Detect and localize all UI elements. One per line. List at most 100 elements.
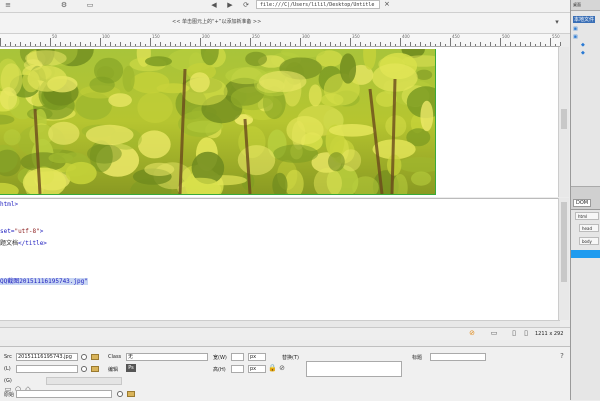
- code-title-close: </title>: [18, 240, 47, 247]
- close-icon[interactable]: ×: [384, 0, 390, 8]
- ruler-tick: [105, 44, 106, 46]
- photoshop-icon[interactable]: Ps: [126, 364, 136, 372]
- forward-arrow-icon[interactable]: ▶: [226, 1, 234, 9]
- dom-tab[interactable]: DOM: [571, 197, 600, 210]
- folder-icon[interactable]: ▣: [573, 26, 578, 32]
- src-field[interactable]: 20151116195743.jpg: [16, 353, 78, 361]
- design-view[interactable]: [0, 47, 560, 197]
- phone-icon[interactable]: ▯: [522, 329, 530, 337]
- element-hint[interactable]: << 单击图元上的“+”以添加新准备 >>: [172, 18, 261, 25]
- point-to-file-icon[interactable]: [81, 354, 87, 360]
- file-icon[interactable]: ◆: [581, 42, 585, 48]
- title-field[interactable]: [430, 353, 486, 361]
- ruler-tick: [550, 38, 551, 46]
- foliage-blob: [328, 152, 345, 172]
- ruler-tick: [310, 42, 311, 46]
- ruler-tick: [515, 44, 516, 46]
- ruler-tick: [50, 38, 51, 46]
- class-label: Class: [108, 354, 122, 360]
- foliage-blob: [286, 116, 324, 145]
- link-field[interactable]: [16, 365, 78, 373]
- tablet-icon[interactable]: ▯: [510, 329, 518, 337]
- refresh-icon[interactable]: ⟳: [242, 1, 250, 9]
- ruler-label: 550: [552, 34, 560, 39]
- desktop-icon[interactable]: ▭: [490, 329, 498, 337]
- folder-icon[interactable]: [91, 354, 99, 360]
- ruler-tick: [390, 42, 391, 46]
- ruler-tick: [400, 38, 401, 46]
- address-field[interactable]: file:///C|/Users/lilil/Desktop/Untitle: [256, 0, 380, 9]
- class-select[interactable]: 无: [126, 353, 208, 361]
- ruler-tick: [335, 44, 336, 46]
- dom-node-head[interactable]: head: [579, 224, 599, 232]
- ruler-tick: [410, 42, 411, 46]
- code-scrollbar[interactable]: [558, 198, 569, 320]
- ruler-tick: [470, 42, 471, 46]
- help-icon[interactable]: ?: [558, 352, 566, 360]
- ruler-tick: [200, 38, 201, 46]
- link-target-icon[interactable]: [81, 366, 87, 372]
- ruler-tick: [345, 44, 346, 46]
- gear-icon[interactable]: ⚙: [60, 1, 68, 9]
- ruler-tick: [165, 44, 166, 46]
- alt-field[interactable]: [306, 361, 402, 377]
- ruler-tick: [25, 44, 26, 46]
- code-icon[interactable]: ▭: [86, 1, 94, 9]
- dom-node-html[interactable]: html: [575, 212, 599, 220]
- dom-tab-label[interactable]: DOM: [573, 199, 592, 207]
- folder-icon[interactable]: ▣: [573, 34, 578, 40]
- title-label: 标题: [412, 355, 423, 361]
- src-label: Src: [4, 354, 12, 360]
- foliage-blob: [385, 115, 407, 137]
- ruler-label: 100: [102, 34, 110, 39]
- lock-icon[interactable]: 🔒: [268, 364, 277, 372]
- ruler-tick: [275, 44, 276, 46]
- warning-icon[interactable]: ⊘: [468, 329, 476, 337]
- document-bar: << 单击图元上的“+”以添加新准备 >> ▾: [0, 13, 570, 34]
- collapse-icon[interactable]: ▾: [553, 18, 561, 26]
- foliage-blob: [137, 130, 171, 159]
- dom-node-body[interactable]: body: [579, 237, 599, 245]
- back-arrow-icon[interactable]: ◀: [210, 1, 218, 9]
- reset-icon[interactable]: ⊘: [278, 364, 286, 372]
- local-files-label[interactable]: 本地文件: [573, 16, 596, 23]
- design-scrollbar[interactable]: [558, 47, 569, 197]
- toolbar-menu-icon[interactable]: ≡: [4, 1, 12, 9]
- forest-image[interactable]: [0, 49, 436, 195]
- width-label: 宽(W): [213, 355, 227, 361]
- link-folder-icon[interactable]: [91, 366, 99, 372]
- width-field[interactable]: [231, 353, 244, 361]
- orig-folder-icon[interactable]: [127, 391, 135, 397]
- width-unit[interactable]: px: [248, 353, 266, 361]
- files-panel-header: 桌面: [571, 0, 600, 11]
- height-unit[interactable]: px: [248, 365, 266, 373]
- ruler-tick: [380, 42, 381, 46]
- window-size[interactable]: 1211 x 292: [535, 331, 563, 337]
- orig-field[interactable]: [16, 390, 112, 398]
- code-view[interactable]: html> set="utf-8"> 题文档</title> QQ截图20151…: [0, 198, 560, 321]
- foliage-blob: [145, 56, 172, 67]
- ruler-tick: [180, 42, 181, 46]
- target-label: (G): [4, 378, 12, 384]
- ruler-tick: [255, 44, 256, 46]
- foliage-blob: [48, 121, 80, 145]
- ruler-tick: [450, 38, 451, 46]
- ruler-tick: [495, 44, 496, 46]
- ruler-tick: [505, 44, 506, 46]
- ruler-tick: [30, 42, 31, 46]
- code-bracket: >: [39, 228, 44, 235]
- ruler-tick: [0, 38, 1, 46]
- ruler-tick: [185, 44, 186, 46]
- ruler-tick: [95, 44, 96, 46]
- file-tree[interactable]: ▣ ▣ ◆ ◆: [573, 26, 599, 62]
- ruler-tick: [480, 42, 481, 46]
- foliage-blob: [122, 65, 135, 92]
- foliage-blob: [27, 65, 68, 92]
- foliage-blob: [182, 177, 218, 190]
- foliage-blob: [189, 72, 210, 93]
- orig-target-icon[interactable]: [117, 391, 123, 397]
- dom-node-selected[interactable]: [571, 250, 600, 258]
- file-icon[interactable]: ◆: [581, 50, 585, 56]
- ruler-tick: [135, 44, 136, 46]
- height-field[interactable]: [231, 365, 244, 373]
